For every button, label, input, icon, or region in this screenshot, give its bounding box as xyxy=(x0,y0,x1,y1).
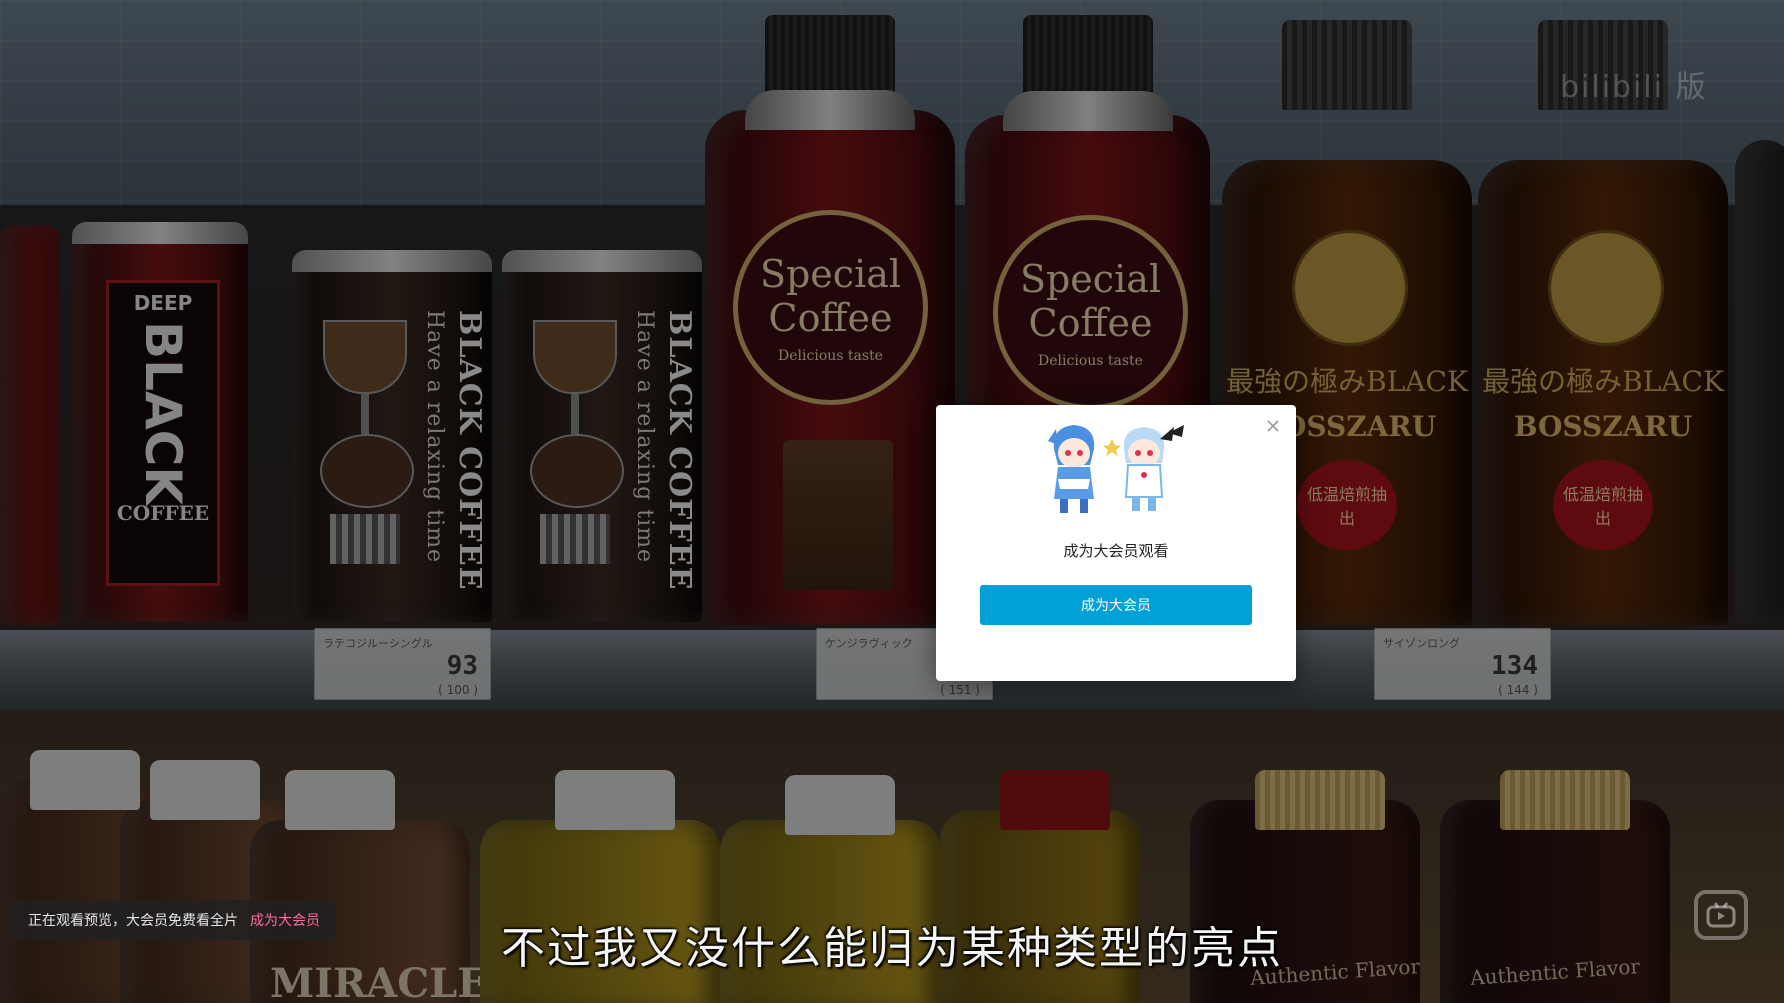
bilibili-mascots-icon xyxy=(1044,419,1194,519)
vip-modal: 成为大会员观看 成为大会员 xyxy=(936,405,1296,681)
modal-title: 成为大会员观看 xyxy=(1063,542,1169,560)
preview-notice-bar: 正在观看预览，大会员免费看全片 成为大会员 xyxy=(12,900,336,940)
bilibili-tv-logo-icon xyxy=(1694,890,1748,940)
bilibili-watermark: bilibili 版 xyxy=(1560,70,1708,105)
video-player[interactable]: DEEP BLACK COFFEE Have a relaxing time B… xyxy=(0,0,1784,1003)
preview-notice-text: 正在观看预览，大会员免费看全片 xyxy=(28,913,238,929)
become-vip-button[interactable]: 成为大会员 xyxy=(980,585,1252,625)
become-vip-link[interactable]: 成为大会员 xyxy=(250,910,320,930)
close-icon[interactable] xyxy=(1262,415,1284,437)
modal-backdrop xyxy=(0,0,1784,1003)
